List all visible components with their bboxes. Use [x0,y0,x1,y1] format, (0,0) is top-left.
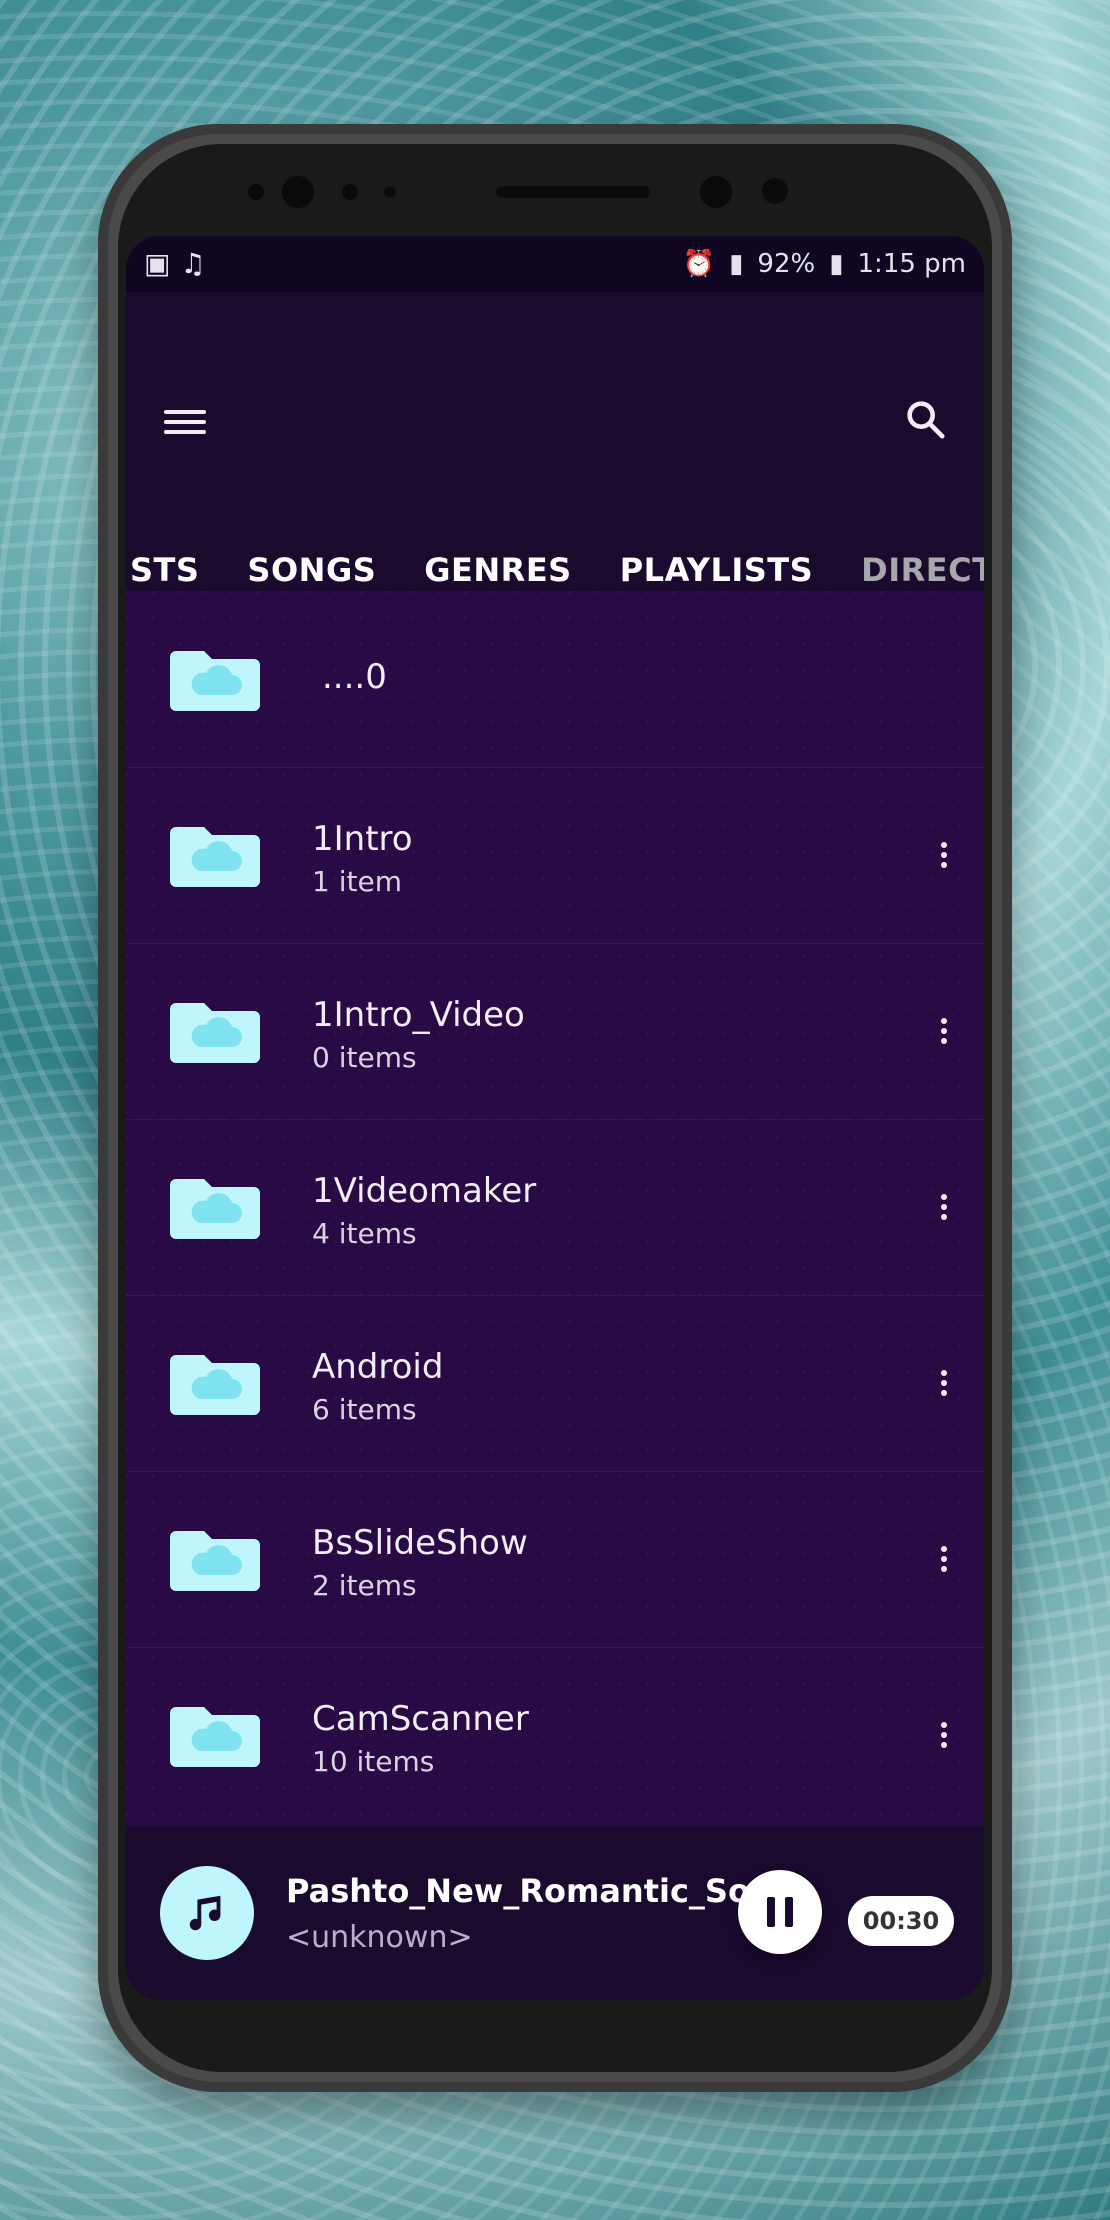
more-options-icon[interactable] [938,838,950,872]
folder-row[interactable]: ....0 [126,591,984,768]
folder-text: BsSlideShow 2 items [312,1523,528,1603]
status-right: ⏰ ▮ 92% ▮ 1:15 pm [683,249,966,279]
tab-sts[interactable]: STS [130,551,199,589]
folder-row[interactable]: 1Intro 1 item [126,767,984,944]
app-screen: ▣ ♫ ⏰ ▮ 92% ▮ 1:15 pm STS SONGS GENRES P… [126,236,984,2000]
music-note-icon [189,1895,221,1931]
tab-songs[interactable]: SONGS [247,551,376,589]
folder-row[interactable]: 1Videomaker 4 items [126,1119,984,1296]
folder-row[interactable]: 1Intro_Video 0 items [126,943,984,1120]
folder-row[interactable]: CamScanner 10 items [126,1647,984,1823]
app-bar [126,292,984,525]
pause-button[interactable] [738,1870,822,1954]
earpiece-speaker [496,186,650,198]
front-camera-icon [282,176,314,208]
folder-text: 1Intro 1 item [312,819,413,899]
folder-text: 1Videomaker 4 items [312,1171,536,1251]
status-bar: ▣ ♫ ⏰ ▮ 92% ▮ 1:15 pm [126,236,984,292]
folder-meta: 0 items [312,1041,417,1074]
folder-text: ....0 [322,657,387,703]
now-playing-artist: <unknown> [286,1920,473,1955]
sensor-dot [248,184,264,200]
search-icon[interactable] [902,396,948,442]
iris-sensor-icon [762,178,788,204]
folder-name: CamScanner [312,1699,529,1739]
folder-text: 1Intro_Video 0 items [312,995,525,1075]
menu-icon[interactable] [164,404,206,438]
folder-cloud-icon [170,827,260,887]
folder-text: CamScanner 10 items [312,1699,529,1779]
clock-time: 1:15 pm [857,249,966,279]
tab-playlists[interactable]: PLAYLISTS [620,551,813,589]
folder-cloud-icon [170,1707,260,1767]
more-options-icon[interactable] [938,1014,950,1048]
mini-player: Pashto_New_Romantic_Song_20 <unknown> 00… [126,1826,984,2000]
more-options-icon[interactable] [938,1718,950,1752]
battery-icon: ▮ [829,249,844,279]
folder-name: Android [312,1347,444,1387]
now-playing-title[interactable]: Pashto_New_Romantic_Song_20 [286,1872,746,1910]
tab-directory[interactable]: DIRECTORY [861,551,984,589]
signal-icon: ▮ [729,249,744,279]
album-art[interactable] [160,1866,254,1960]
folder-text: Android 6 items [312,1347,443,1427]
gallery-icon: ▣ [144,247,171,280]
folder-cloud-icon [170,651,260,711]
folder-meta: 4 items [312,1217,417,1250]
folder-meta: 2 items [312,1569,417,1602]
elapsed-time: 00:30 [848,1896,954,1946]
folder-cloud-icon [170,1531,260,1591]
folder-name: BsSlideShow [312,1523,528,1563]
alarm-icon: ⏰ [682,249,716,279]
tab-genres[interactable]: GENRES [424,551,571,589]
folder-name: 1Intro_Video [312,995,525,1035]
iris-camera-icon [700,176,732,208]
folder-meta: 10 items [312,1745,435,1778]
directory-list: ....0 1Intro 1 item 1Intro_Video 0 items… [126,591,984,1826]
folder-name: 1Videomaker [312,1171,537,1211]
folder-name: ....0 [322,657,387,697]
folder-meta: 6 items [312,1393,417,1426]
folder-cloud-icon [170,1355,260,1415]
sensor-dot [342,184,358,200]
folder-meta: 1 item [312,865,402,898]
folder-row[interactable]: BsSlideShow 2 items [126,1471,984,1648]
folder-cloud-icon [170,1179,260,1239]
folder-name: 1Intro [312,819,413,859]
headphones-icon: ♫ [180,247,206,280]
sensor-dot [384,186,396,198]
more-options-icon[interactable] [938,1542,950,1576]
battery-percent: 92% [757,249,816,279]
folder-row[interactable]: Android 6 items [126,1295,984,1472]
status-left: ▣ ♫ [144,250,206,278]
more-options-icon[interactable] [938,1366,950,1400]
more-options-icon[interactable] [938,1190,950,1224]
folder-cloud-icon [170,1003,260,1063]
